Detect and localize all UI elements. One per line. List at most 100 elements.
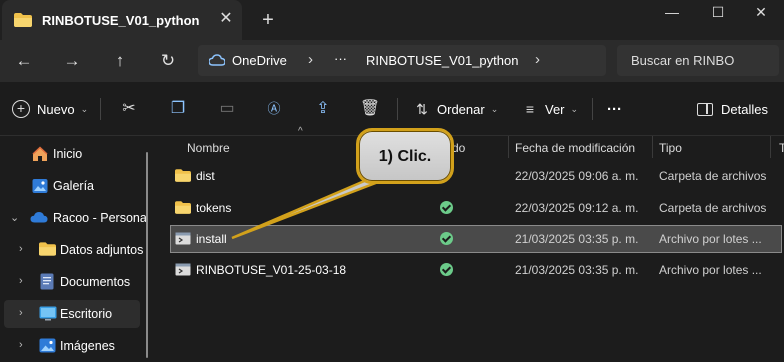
add-circle-icon: + (12, 100, 30, 118)
scissors-icon: ✂ (122, 100, 136, 117)
column-header-status[interactable]: do (452, 139, 465, 161)
sidebar-scrollbar[interactable] (146, 152, 148, 358)
details-label: Detalles (721, 101, 768, 117)
maximize-icon[interactable]: ☐ (695, 0, 741, 26)
breadcrumb-onedrive[interactable]: OneDrive (232, 53, 287, 68)
search-box[interactable]: Buscar en RINBO (617, 45, 779, 76)
sort-button[interactable]: ⇅ Ordenar ⌄ (411, 98, 498, 120)
desktop-icon (39, 306, 57, 322)
folder-icon (175, 169, 191, 185)
sidebar-item-escritorio[interactable]: › Escritorio (4, 300, 140, 328)
divider (397, 98, 398, 120)
file-type: Carpeta de archivos (659, 201, 767, 215)
more-options-button[interactable]: ··· (607, 98, 622, 120)
chevron-right-icon[interactable]: › (19, 243, 23, 255)
up-arrow-icon[interactable]: ↑ (108, 50, 132, 72)
delete-button[interactable]: 🗑 (359, 98, 381, 120)
chevron-down-icon: ⌄ (490, 103, 499, 114)
column-header-type[interactable]: Tipo (659, 139, 682, 161)
address-bar[interactable]: OneDrive › ··· RINBOTUSE_V01_python › (198, 45, 606, 76)
breadcrumb-chevron-icon[interactable]: › (308, 51, 313, 68)
file-name: RINBOTUSE_V01-25-03-18 (196, 263, 347, 277)
tab-title: RINBOTUSE_V01_python (42, 13, 200, 28)
sidebar-item-documentos[interactable]: › Documentos (0, 268, 150, 296)
column-divider[interactable] (508, 136, 509, 158)
details-button[interactable]: Detalles (697, 98, 768, 120)
column-divider[interactable] (652, 136, 653, 158)
file-row-install[interactable]: install 21/03/2025 03:35 p. m. Archivo p… (170, 225, 782, 253)
forward-arrow-icon[interactable]: → (60, 50, 84, 72)
file-name: tokens (196, 201, 232, 215)
file-modified: 21/03/2025 03:35 p. m. (515, 263, 639, 277)
sync-check-icon (440, 232, 453, 245)
new-button[interactable]: + Nuevo ⌄ (12, 98, 88, 120)
chevron-down-icon: ⌄ (80, 103, 89, 114)
rename-icon: Ⓐ (267, 101, 281, 116)
folder-icon (14, 13, 32, 30)
search-input[interactable]: Buscar en RINBO (631, 53, 734, 68)
chevron-right-icon[interactable]: › (19, 275, 23, 287)
file-row-tokens[interactable]: tokens 22/03/2025 09:12 a. m. Carpeta de… (170, 194, 782, 222)
column-header-modified[interactable]: Fecha de modificación (515, 139, 635, 161)
chevron-right-icon[interactable]: › (19, 307, 23, 319)
sidebar-item-inicio[interactable]: Inicio (0, 140, 150, 168)
paste-icon: ▭ (219, 100, 235, 117)
file-type: Archivo por lotes ... (659, 263, 762, 277)
breadcrumb-current-folder[interactable]: RINBOTUSE_V01_python (366, 53, 518, 68)
file-name: dist (196, 169, 215, 183)
file-modified: 22/03/2025 09:06 a. m. (515, 169, 639, 183)
column-header-name[interactable]: Nombre (187, 139, 230, 161)
chevron-right-icon[interactable]: › (19, 339, 23, 351)
sidebar-item-imagenes[interactable]: › Imágenes (0, 332, 150, 360)
breadcrumb-chevron-icon[interactable]: › (535, 51, 540, 68)
folder-icon (39, 242, 57, 258)
view-button[interactable]: ≡ Ver ⌄ (519, 98, 578, 120)
file-name: install (196, 232, 227, 246)
copy-button[interactable]: ❐ (167, 98, 189, 120)
column-divider[interactable] (770, 136, 771, 158)
sidebar-item-label: Documentos (60, 275, 131, 289)
copy-icon: ❐ (170, 100, 186, 117)
sidebar-item-datos-adjuntos[interactable]: › Datos adjuntos (0, 236, 150, 264)
rename-button[interactable]: Ⓐ (263, 98, 285, 120)
chevron-down-icon[interactable]: ⌄ (10, 211, 19, 224)
file-modified: 21/03/2025 03:35 p. m. (515, 232, 639, 246)
share-icon: ⇪ (316, 100, 330, 117)
sidebar-item-galeria[interactable]: Galería (0, 172, 150, 200)
new-button-label: Nuevo (37, 101, 75, 117)
back-arrow-icon[interactable]: ← (12, 50, 36, 72)
title-bar: RINBOTUSE_V01_python ✕ + — ☐ ✕ (0, 0, 784, 40)
file-row-dist[interactable]: dist 22/03/2025 09:06 a. m. Carpeta de a… (170, 162, 782, 190)
sidebar-item-racoo[interactable]: ⌄ Racoo - Persona (0, 204, 150, 232)
navigation-bar: ← → ↑ ↻ OneDrive › ··· RINBOTUSE_V01_pyt… (0, 40, 784, 82)
tab-close-icon[interactable]: ✕ (216, 9, 236, 29)
refresh-icon[interactable]: ↻ (156, 50, 180, 72)
file-row-rinbotuse-batch[interactable]: RINBOTUSE_V01-25-03-18 21/03/2025 03:35 … (170, 256, 782, 284)
file-list: Nombre do Fecha de modificación Tipo T d… (160, 136, 784, 362)
cloud-icon (208, 53, 226, 70)
batch-file-icon (175, 263, 191, 279)
sort-icon: ⇅ (416, 101, 428, 117)
sync-check-icon (440, 201, 453, 214)
new-tab-plus-icon[interactable]: + (258, 9, 278, 31)
cut-button[interactable]: ✂ (118, 98, 140, 120)
window-close-icon[interactable]: ✕ (738, 0, 784, 26)
view-list-icon: ≡ (525, 101, 535, 117)
paste-button[interactable]: ▭ (216, 98, 238, 120)
sidebar-item-label: Galería (53, 179, 94, 193)
divider (100, 98, 101, 120)
column-header-extra[interactable]: T (779, 139, 784, 161)
details-pane-icon (697, 102, 713, 116)
sidebar-item-label: Inicio (53, 147, 83, 161)
navigation-pane: Inicio Galería ⌄ Racoo - Persona › Datos… (0, 136, 150, 362)
sort-label: Ordenar (437, 101, 485, 117)
minimize-icon[interactable]: — (649, 0, 695, 26)
share-button[interactable]: ⇪ (312, 98, 334, 120)
breadcrumb-overflow[interactable]: ··· (334, 51, 347, 66)
file-type: Archivo por lotes ... (659, 232, 762, 246)
tab-active[interactable]: RINBOTUSE_V01_python ✕ (2, 0, 242, 40)
divider (592, 98, 593, 120)
more-dots-icon: ··· (607, 100, 622, 118)
trash-icon: 🗑 (359, 100, 381, 117)
callout-text: 1) Clic. (378, 148, 432, 165)
